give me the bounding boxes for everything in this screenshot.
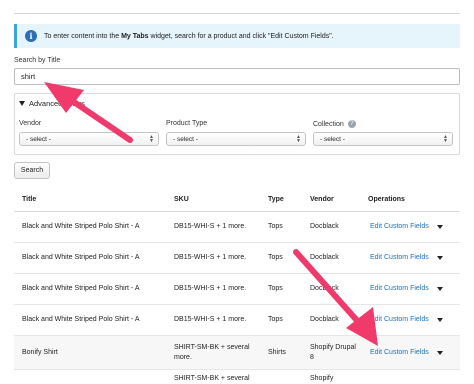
header-type: Type	[268, 195, 284, 203]
info-text: To enter content into the My Tabs widget…	[44, 32, 334, 40]
row-sku: DB15-WHI-S + 1 more.	[174, 285, 247, 292]
header-sku: SKU	[174, 195, 189, 203]
operations-dropdown-caret-icon[interactable]	[437, 351, 443, 355]
row-title: Black and White Striped Polo Shirt - A	[22, 223, 140, 230]
product-type-select-value: - select -	[173, 135, 198, 143]
table-header: Title SKU Type Vendor Operations	[14, 188, 460, 212]
search-button[interactable]: Search	[14, 162, 50, 179]
select-chevron-icon: ▲ ▼	[443, 134, 448, 144]
header-title: Title	[22, 195, 37, 203]
row-type: Shirts	[268, 348, 286, 356]
row-type: Tops	[268, 223, 283, 230]
row-sku: DB15-WHI-S + 1 more.	[174, 254, 247, 261]
table-row: Black and White Striped Polo Shirt - A D…	[14, 243, 460, 274]
edit-custom-fields-link[interactable]: Edit Custom Fields	[370, 305, 429, 335]
select-chevron-icon: ▲ ▼	[149, 134, 154, 144]
row-sku: DB15-WHI-S + 1 more.	[174, 223, 247, 230]
search-label: Search by Title	[14, 57, 61, 64]
info-icon: i	[25, 30, 37, 42]
triangle-down-icon	[19, 101, 25, 106]
table-row: Black and White Striped Polo Shirt - A D…	[14, 305, 460, 336]
table-row: SHIRT-SM-BK + several Shopify	[14, 370, 460, 384]
row-vendor: Docblack	[310, 285, 339, 292]
edit-custom-fields-link[interactable]: Edit Custom Fields	[370, 243, 429, 273]
advanced-filters-toggle[interactable]: Advanced Filters	[19, 99, 85, 108]
collection-select[interactable]: - select - ▲ ▼	[313, 132, 453, 146]
header-operations: Operations	[368, 195, 405, 203]
row-vendor: Shopify	[310, 375, 334, 382]
select-chevron-icon: ▲ ▼	[296, 134, 301, 144]
product-type-select[interactable]: - select - ▲ ▼	[166, 132, 306, 146]
row-type: Tops	[268, 254, 283, 261]
operations-dropdown-caret-icon[interactable]	[437, 225, 443, 229]
operations-dropdown-caret-icon[interactable]	[437, 287, 443, 291]
info-message: i To enter content into the My Tabs widg…	[14, 24, 460, 48]
table-row: Black and White Striped Polo Shirt - A D…	[14, 212, 460, 243]
edit-custom-fields-link[interactable]: Edit Custom Fields	[370, 336, 429, 369]
row-title: Black and White Striped Polo Shirt - A	[22, 316, 140, 323]
row-sku: SHIRT-SM-BK + several more.	[174, 343, 250, 361]
row-sku: SHIRT-SM-BK + several	[174, 375, 250, 382]
operations-dropdown-caret-icon[interactable]	[437, 256, 443, 260]
row-vendor: Docblack	[310, 254, 339, 261]
product-type-label: Product Type	[166, 120, 208, 127]
row-title: Black and White Striped Polo Shirt - A	[22, 254, 140, 261]
top-divider	[14, 13, 460, 14]
table-row: Black and White Striped Polo Shirt - A D…	[14, 274, 460, 305]
row-title: Bonify Shirt	[22, 348, 58, 356]
operations-dropdown-caret-icon[interactable]	[437, 318, 443, 322]
row-vendor: Shopify Drupal 8	[310, 343, 356, 361]
vendor-select[interactable]: - select - ▲ ▼	[19, 132, 159, 146]
row-vendor: Docblack	[310, 316, 339, 323]
row-type: Tops	[268, 285, 283, 292]
vendor-label: Vendor	[19, 120, 42, 127]
search-input-value: shirt	[21, 72, 36, 81]
row-title: Black and White Striped Polo Shirt - A	[22, 285, 140, 292]
edit-custom-fields-link[interactable]: Edit Custom Fields	[370, 274, 429, 304]
row-vendor: Docblack	[310, 223, 339, 230]
advanced-filters: Advanced Filters Vendor - select - ▲ ▼ Pro…	[14, 93, 460, 155]
search-input[interactable]: shirt	[14, 68, 460, 85]
collection-select-value: - select -	[320, 135, 345, 143]
question-icon[interactable]: ?	[347, 120, 356, 128]
row-sku: DB15-WHI-S + 1 more.	[174, 316, 247, 323]
edit-custom-fields-link[interactable]: Edit Custom Fields	[370, 212, 429, 242]
table-row: Bonify Shirt SHIRT-SM-BK + several more.…	[14, 336, 460, 370]
collection-label: Collection?	[313, 120, 356, 128]
row-type: Tops	[268, 316, 283, 323]
results-table: Title SKU Type Vendor Operations Black a…	[14, 188, 460, 384]
advanced-filters-title: Advanced Filters	[29, 99, 85, 108]
header-vendor: Vendor	[310, 195, 334, 203]
vendor-select-value: - select -	[26, 135, 51, 143]
